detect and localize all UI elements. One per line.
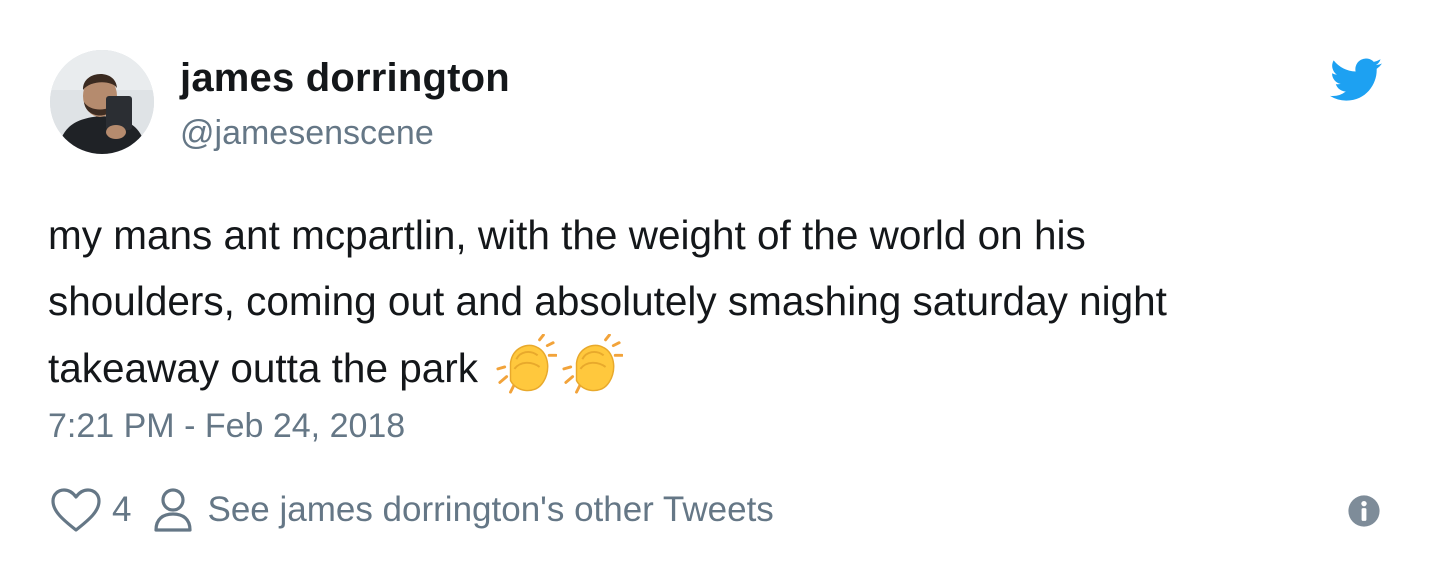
avatar[interactable]: [50, 50, 154, 154]
see-other-tweets-label: See james dorrington's other Tweets: [207, 490, 774, 529]
tweet-text-line: shoulders, coming out and absolutely sma…: [48, 278, 1167, 324]
avatar-photo: [50, 50, 154, 154]
clapping-hands-emoji-icon: [562, 334, 624, 394]
like-button[interactable]: 4: [50, 487, 153, 533]
like-count: 4: [112, 490, 132, 529]
embedded-tweet-card: james dorrington @jamesenscene my mans a…: [0, 0, 1440, 571]
tweet-text-line-last: takeaway outta the park: [48, 334, 1388, 401]
display-name[interactable]: james dorrington: [180, 56, 510, 101]
info-icon[interactable]: [1347, 494, 1381, 528]
tweet-actions: 4 See james dorrington's other Tweets: [50, 485, 774, 535]
tweet-text: my mans ant mcpartlin, with the weight o…: [48, 202, 1388, 401]
clapping-hands-emoji-icon: [496, 334, 558, 394]
tweet-text-line: my mans ant mcpartlin, with the weight o…: [48, 212, 1086, 258]
twitter-bird-icon[interactable]: [1330, 58, 1382, 102]
user-handle[interactable]: @jamesenscene: [180, 114, 434, 153]
tweet-text-segment: takeaway outta the park: [48, 345, 490, 391]
see-other-tweets-link[interactable]: See james dorrington's other Tweets: [153, 487, 774, 533]
heart-icon: [51, 488, 101, 532]
person-icon: [154, 488, 193, 532]
tweet-timestamp[interactable]: 7:21 PM - Feb 24, 2018: [48, 407, 405, 446]
